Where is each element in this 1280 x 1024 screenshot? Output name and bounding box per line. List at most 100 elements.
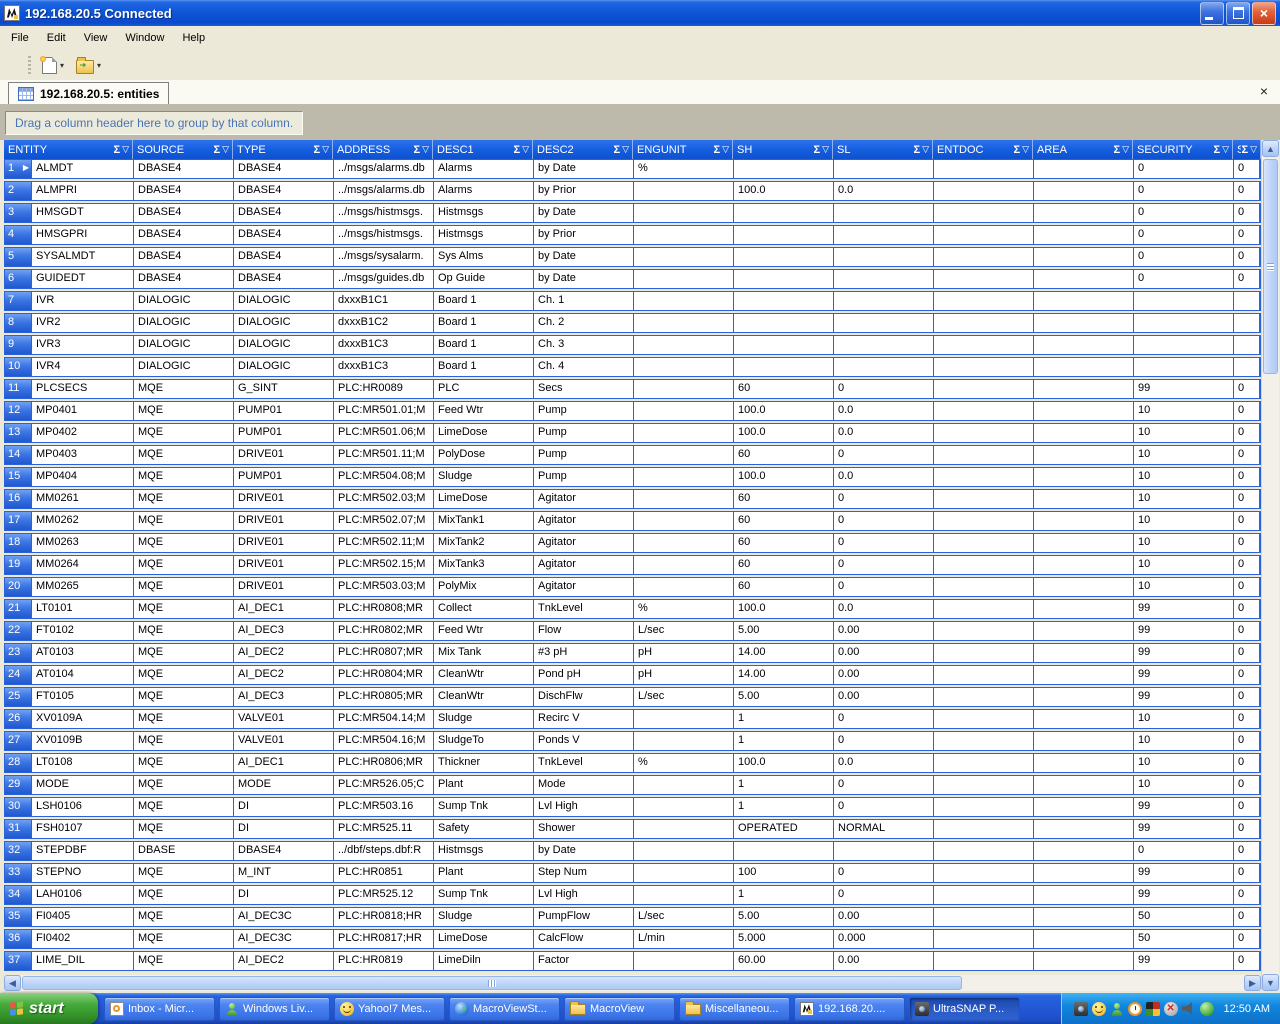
cell-type[interactable]: MODE — [234, 776, 334, 794]
cell-sh[interactable]: 5.00 — [734, 908, 834, 926]
cell-desc2[interactable]: by Date — [534, 248, 634, 266]
cell-entity[interactable]: STEPDBF — [32, 842, 134, 860]
cell-security[interactable]: 99 — [1134, 820, 1234, 838]
cell-desc1[interactable]: Histmsgs — [434, 204, 534, 222]
cell-desc2[interactable]: TnkLevel — [534, 754, 634, 772]
cell-entdoc[interactable] — [934, 886, 1034, 904]
cell-source[interactable]: MQE — [134, 754, 234, 772]
cell-sh[interactable]: 1 — [734, 776, 834, 794]
taskbar-button[interactable]: Windows Liv... — [219, 997, 330, 1021]
cell-desc1[interactable]: CleanWtr — [434, 688, 534, 706]
cell-engunit[interactable] — [634, 534, 734, 552]
cell-source[interactable]: DIALOGIC — [134, 358, 234, 376]
cell-entdoc[interactable] — [934, 556, 1034, 574]
cell-desc2[interactable]: Agitator — [534, 512, 634, 530]
cell-type[interactable]: AI_DEC2 — [234, 952, 334, 970]
cell-entity[interactable]: LAH0106 — [32, 886, 134, 904]
horizontal-scrollbar[interactable]: ◀ ▶ — [4, 975, 1261, 991]
row-number-cell[interactable]: 1▶ — [5, 160, 32, 178]
cell-type[interactable]: DIALOGIC — [234, 336, 334, 354]
cell-address[interactable]: PLC:HR0808;MR — [334, 600, 434, 618]
cell-security[interactable]: 10 — [1134, 754, 1234, 772]
cell-desc1[interactable]: Sludge — [434, 468, 534, 486]
cell-area[interactable] — [1034, 446, 1134, 464]
cell-desc2[interactable]: by Prior — [534, 182, 634, 200]
cell-sl[interactable] — [834, 314, 934, 332]
cell-engunit[interactable] — [634, 270, 734, 288]
cell-source[interactable]: DBASE — [134, 842, 234, 860]
cell-engunit[interactable] — [634, 490, 734, 508]
cell-address[interactable]: ../msgs/histmsgs. — [334, 204, 434, 222]
column-header-source[interactable]: SOURCEΣ▽ — [133, 140, 233, 159]
tab-entities[interactable]: 192.168.20.5: entities — [8, 82, 169, 104]
cell-desc2[interactable]: Ch. 2 — [534, 314, 634, 332]
cell-entity[interactable]: STEPNO — [32, 864, 134, 882]
cell-sl[interactable]: 0.00 — [834, 688, 934, 706]
column-header-address[interactable]: ADDRESSΣ▽ — [333, 140, 433, 159]
cell-security[interactable]: 10 — [1134, 512, 1234, 530]
cell-entity[interactable]: IVR4 — [32, 358, 134, 376]
cell-address[interactable]: PLC:MR503.03;M — [334, 578, 434, 596]
cell-security[interactable] — [1134, 358, 1234, 376]
cell-source[interactable]: DIALOGIC — [134, 336, 234, 354]
cell-sl[interactable]: 0 — [834, 732, 934, 750]
cell-type[interactable]: DBASE4 — [234, 842, 334, 860]
cell-area[interactable] — [1034, 600, 1134, 618]
cell-sh[interactable]: 1 — [734, 798, 834, 816]
cell-sh[interactable] — [734, 248, 834, 266]
cell-scan[interactable]: 0 — [1234, 820, 1260, 838]
cell-entity[interactable]: MM0265 — [32, 578, 134, 596]
cell-entdoc[interactable] — [934, 534, 1034, 552]
cell-sl[interactable]: 0 — [834, 512, 934, 530]
row-number-cell[interactable]: 29 — [5, 776, 32, 794]
row-number-cell[interactable]: 26 — [5, 710, 32, 728]
cell-address[interactable]: PLC:MR504.16;M — [334, 732, 434, 750]
cell-entdoc[interactable] — [934, 226, 1034, 244]
cell-source[interactable]: MQE — [134, 424, 234, 442]
cell-address[interactable]: PLC:MR503.16 — [334, 798, 434, 816]
cell-source[interactable]: MQE — [134, 820, 234, 838]
cell-scan[interactable]: 0 — [1234, 468, 1260, 486]
cell-entity[interactable]: LT0108 — [32, 754, 134, 772]
cell-source[interactable]: MQE — [134, 644, 234, 662]
cell-address[interactable]: PLC:HR0805;MR — [334, 688, 434, 706]
cell-entdoc[interactable] — [934, 754, 1034, 772]
cell-scan[interactable]: 0 — [1234, 534, 1260, 552]
toolbar-grip[interactable] — [28, 56, 31, 74]
cell-security[interactable] — [1134, 314, 1234, 332]
row-number-cell[interactable]: 21 — [5, 600, 32, 618]
taskbar-button[interactable]: 192.168.20.... — [794, 997, 905, 1021]
cell-scan[interactable]: 0 — [1234, 710, 1260, 728]
cell-security[interactable]: 0 — [1134, 842, 1234, 860]
sum-icon[interactable]: Σ — [1241, 144, 1248, 156]
cell-source[interactable]: DBASE4 — [134, 182, 234, 200]
cell-type[interactable]: DI — [234, 798, 334, 816]
cell-security[interactable]: 10 — [1134, 490, 1234, 508]
cell-entity[interactable]: FT0102 — [32, 622, 134, 640]
cell-type[interactable]: AI_DEC1 — [234, 754, 334, 772]
cell-scan[interactable]: 0 — [1234, 754, 1260, 772]
cell-security[interactable]: 99 — [1134, 688, 1234, 706]
cell-desc1[interactable]: Sump Tnk — [434, 886, 534, 904]
cell-entdoc[interactable] — [934, 908, 1034, 926]
cell-type[interactable]: DIALOGIC — [234, 358, 334, 376]
cell-entdoc[interactable] — [934, 798, 1034, 816]
taskbar-button[interactable]: UltraSNAP P... — [909, 997, 1020, 1021]
cell-security[interactable]: 10 — [1134, 556, 1234, 574]
cell-desc2[interactable]: by Date — [534, 204, 634, 222]
camera-tray-icon[interactable] — [1074, 1002, 1088, 1016]
cell-sl[interactable]: NORMAL — [834, 820, 934, 838]
sum-icon[interactable]: Σ — [813, 144, 820, 156]
cell-scan[interactable]: 0 — [1234, 952, 1260, 970]
cell-source[interactable]: DBASE4 — [134, 226, 234, 244]
cell-desc2[interactable]: Ch. 1 — [534, 292, 634, 310]
cell-engunit[interactable] — [634, 248, 734, 266]
cell-entity[interactable]: AT0103 — [32, 644, 134, 662]
sum-icon[interactable]: Σ — [613, 144, 620, 156]
cell-engunit[interactable] — [634, 776, 734, 794]
cell-address[interactable]: dxxxB1C3 — [334, 358, 434, 376]
cell-type[interactable]: DRIVE01 — [234, 490, 334, 508]
cell-desc1[interactable]: Feed Wtr — [434, 402, 534, 420]
cell-area[interactable] — [1034, 908, 1134, 926]
cell-area[interactable] — [1034, 380, 1134, 398]
